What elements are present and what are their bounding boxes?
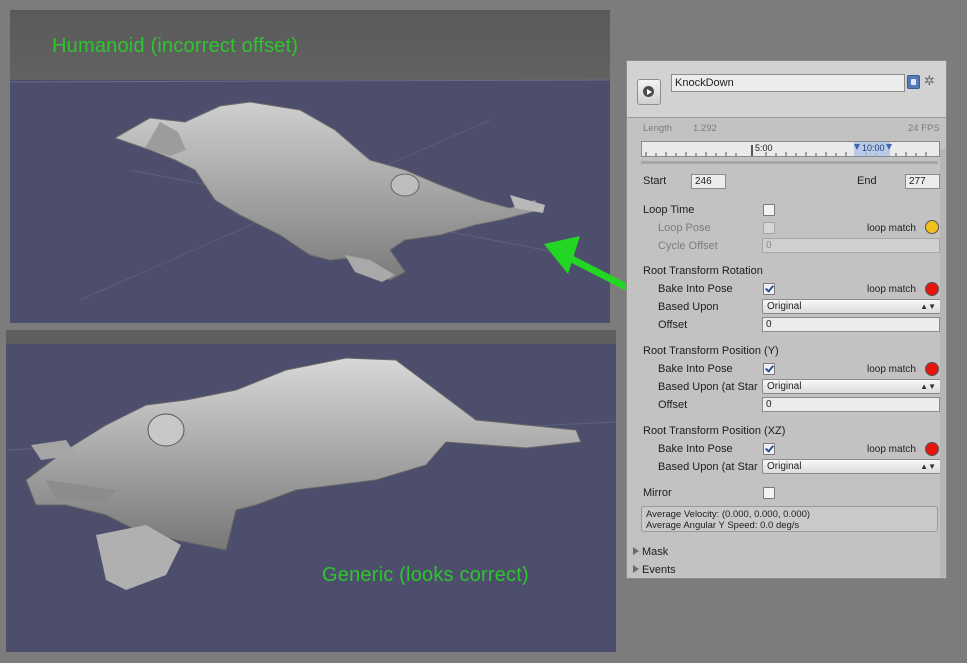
cycle-offset-label: Cycle Offset — [658, 240, 718, 252]
humanoid-label: Humanoid (incorrect offset) — [52, 35, 299, 57]
clip-name-field[interactable]: KnockDown — [671, 74, 905, 92]
position-xz-based-label: Based Upon (at Star — [658, 461, 758, 473]
position-xz-based-dropdown[interactable]: Original ▲▼ — [762, 459, 941, 474]
loop-time-label: Loop Time — [643, 204, 695, 216]
inspector-scrollbar[interactable] — [940, 149, 946, 577]
rotation-based-dropdown[interactable]: Original ▲▼ — [762, 299, 941, 314]
animation-clip-inspector: KnockDown ✲ Length 1.292 24 FPS 5:00 10:… — [626, 60, 947, 579]
position-y-match-indicator — [925, 362, 939, 376]
end-label: End — [857, 175, 877, 187]
rotation-based-label: Based Upon — [658, 301, 719, 313]
position-xz-section-title: Root Transform Position (XZ) — [643, 425, 786, 437]
expand-triangle-icon — [633, 565, 639, 573]
mask-label: Mask — [642, 546, 669, 558]
timeline-ticks — [645, 142, 927, 156]
position-y-offset-field[interactable]: 0 — [762, 397, 940, 412]
generic-label: Generic (looks correct) — [322, 564, 529, 586]
events-label: Events — [642, 564, 676, 576]
timeline-scrollbar[interactable] — [641, 161, 938, 164]
scene-viewport-humanoid[interactable]: Humanoid (incorrect offset) — [10, 10, 610, 323]
mirror-checkbox[interactable] — [763, 487, 775, 499]
rotation-based-value: Original — [767, 301, 802, 312]
length-label: Length — [643, 123, 673, 134]
loop-match-label: loop match — [867, 223, 916, 234]
position-y-bake-label: Bake Into Pose — [658, 363, 733, 375]
loop-pose-label: Loop Pose — [658, 222, 711, 234]
position-xz-bake-label: Bake Into Pose — [658, 443, 733, 455]
events-foldout[interactable]: Events — [633, 564, 676, 576]
mirror-label: Mirror — [643, 487, 672, 499]
generic-render — [6, 330, 616, 652]
loop-pose-match-indicator — [925, 220, 939, 234]
arrow-icon — [544, 236, 640, 296]
rotation-section-title: Root Transform Rotation — [643, 265, 763, 277]
velocity-info-box: Average Velocity: (0.000, 0.000, 0.000) … — [641, 506, 938, 532]
start-label: Start — [643, 175, 667, 187]
position-xz-match-indicator — [925, 442, 939, 456]
position-y-based-value: Original — [767, 381, 802, 392]
loop-pose-checkbox[interactable] — [763, 222, 775, 234]
help-icon[interactable] — [907, 75, 920, 89]
position-y-based-dropdown[interactable]: Original ▲▼ — [762, 379, 941, 394]
inspector-header: KnockDown ✲ — [627, 61, 946, 118]
rotation-offset-label: Offset — [658, 319, 688, 331]
length-value: 1.292 — [693, 123, 717, 134]
fps-value: 24 FPS — [908, 123, 940, 134]
rotation-bake-label: Bake Into Pose — [658, 283, 733, 295]
timeline-mark-1: 5:00 — [755, 143, 773, 153]
cycle-offset-field[interactable]: 0 — [762, 238, 940, 253]
start-field[interactable]: 246 — [691, 174, 726, 189]
position-y-offset-label: Offset — [658, 399, 688, 411]
average-angular-speed-text: Average Angular Y Speed: 0.0 deg/s — [646, 520, 800, 531]
loop-time-checkbox[interactable] — [763, 204, 775, 216]
dropdown-arrows-icon: ▲▼ — [920, 462, 936, 471]
loop-match-label: loop match — [867, 364, 916, 375]
position-y-bake-checkbox[interactable] — [763, 363, 775, 375]
position-y-section-title: Root Transform Position (Y) — [643, 345, 779, 357]
dropdown-arrows-icon: ▲▼ — [920, 302, 936, 311]
rotation-offset-field[interactable]: 0 — [762, 317, 940, 332]
loop-match-label: loop match — [867, 284, 916, 295]
timeline-mark-2: 10:00 — [862, 143, 885, 153]
average-velocity-text: Average Velocity: (0.000, 0.000, 0.000) — [646, 509, 811, 520]
end-field[interactable]: 277 — [905, 174, 940, 189]
scene-viewport-generic[interactable]: Generic (looks correct) — [6, 330, 616, 652]
rotation-match-indicator — [925, 282, 939, 296]
position-xz-bake-checkbox[interactable] — [763, 443, 775, 455]
play-icon[interactable] — [637, 79, 661, 105]
loop-match-label: loop match — [867, 444, 916, 455]
gear-icon[interactable]: ✲ — [924, 74, 938, 88]
timeline-ruler[interactable]: 5:00 10:00 — [641, 141, 940, 157]
position-y-based-label: Based Upon (at Star — [658, 381, 758, 393]
rotation-bake-checkbox[interactable] — [763, 283, 775, 295]
mask-foldout[interactable]: Mask — [633, 546, 668, 558]
expand-triangle-icon — [633, 547, 639, 555]
position-xz-based-value: Original — [767, 461, 802, 472]
dropdown-arrows-icon: ▲▼ — [920, 382, 936, 391]
